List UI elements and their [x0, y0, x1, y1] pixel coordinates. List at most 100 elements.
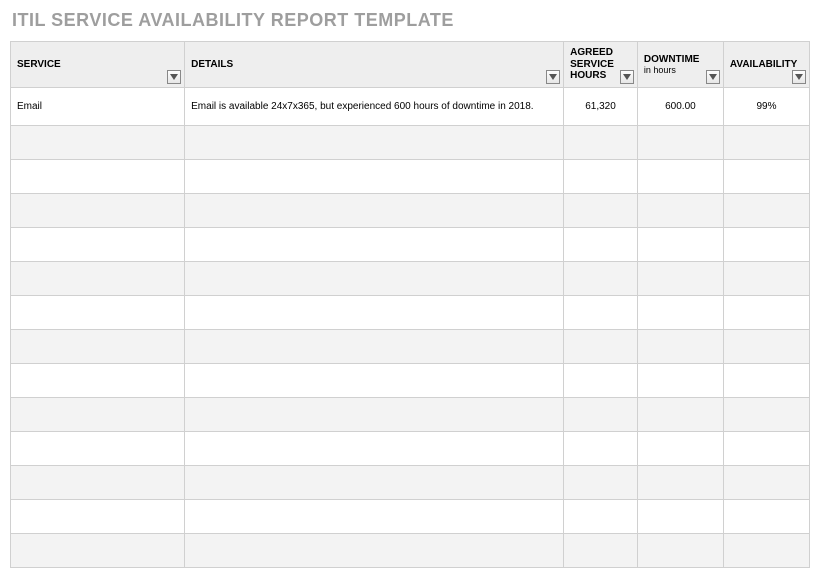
cell-details[interactable] [185, 398, 564, 432]
cell-service[interactable] [11, 330, 185, 364]
cell-downtime[interactable] [637, 466, 723, 500]
header-downtime-label: DOWNTIME [644, 54, 700, 65]
table-row: EmailEmail is available 24x7x365, but ex… [11, 88, 810, 126]
cell-downtime[interactable] [637, 160, 723, 194]
cell-agreed-hours[interactable] [564, 534, 638, 568]
cell-service[interactable] [11, 126, 185, 160]
filter-button-service[interactable] [167, 70, 181, 84]
header-agreed-hours-l3: HOURS [570, 70, 606, 81]
header-availability-label: AVAILABILITY [730, 59, 797, 70]
cell-availability[interactable] [723, 194, 809, 228]
table-row [11, 364, 810, 398]
cell-availability[interactable] [723, 534, 809, 568]
cell-downtime[interactable] [637, 228, 723, 262]
cell-downtime[interactable] [637, 262, 723, 296]
cell-agreed-hours[interactable] [564, 466, 638, 500]
cell-service[interactable] [11, 466, 185, 500]
cell-availability[interactable] [723, 160, 809, 194]
cell-availability[interactable] [723, 466, 809, 500]
cell-details[interactable] [185, 262, 564, 296]
cell-service[interactable] [11, 500, 185, 534]
cell-details[interactable] [185, 364, 564, 398]
cell-service[interactable]: Email [11, 88, 185, 126]
table-row [11, 194, 810, 228]
chevron-down-icon [795, 74, 803, 80]
cell-service[interactable] [11, 262, 185, 296]
cell-details[interactable] [185, 228, 564, 262]
table-row [11, 398, 810, 432]
cell-details[interactable] [185, 432, 564, 466]
cell-availability[interactable] [723, 228, 809, 262]
cell-service[interactable] [11, 534, 185, 568]
cell-downtime[interactable] [637, 296, 723, 330]
cell-downtime[interactable] [637, 398, 723, 432]
cell-agreed-hours[interactable] [564, 160, 638, 194]
chevron-down-icon [623, 74, 631, 80]
cell-details[interactable] [185, 330, 564, 364]
cell-agreed-hours[interactable] [564, 296, 638, 330]
cell-agreed-hours[interactable] [564, 500, 638, 534]
filter-button-availability[interactable] [792, 70, 806, 84]
cell-agreed-hours[interactable] [564, 262, 638, 296]
cell-details[interactable] [185, 126, 564, 160]
page-title: ITIL SERVICE AVAILABILITY REPORT TEMPLAT… [10, 4, 810, 41]
cell-agreed-hours[interactable] [564, 228, 638, 262]
cell-downtime[interactable] [637, 330, 723, 364]
cell-details[interactable] [185, 296, 564, 330]
header-agreed-hours-l2: SERVICE [570, 59, 614, 70]
cell-downtime[interactable] [637, 534, 723, 568]
cell-availability[interactable] [723, 330, 809, 364]
cell-availability[interactable] [723, 262, 809, 296]
cell-downtime[interactable] [637, 364, 723, 398]
table-row [11, 330, 810, 364]
cell-agreed-hours[interactable] [564, 126, 638, 160]
cell-details[interactable] [185, 466, 564, 500]
table-row [11, 534, 810, 568]
cell-agreed-hours[interactable] [564, 432, 638, 466]
cell-downtime[interactable] [637, 194, 723, 228]
cell-service[interactable] [11, 160, 185, 194]
cell-availability[interactable] [723, 398, 809, 432]
cell-service[interactable] [11, 364, 185, 398]
cell-downtime[interactable] [637, 126, 723, 160]
cell-service[interactable] [11, 194, 185, 228]
table-row [11, 432, 810, 466]
table-row [11, 228, 810, 262]
cell-service[interactable] [11, 432, 185, 466]
table-header-row: SERVICE DETAILS AGREED SERVICE HOURS [11, 42, 810, 88]
availability-table: SERVICE DETAILS AGREED SERVICE HOURS [10, 41, 810, 568]
cell-details[interactable] [185, 500, 564, 534]
cell-downtime[interactable] [637, 432, 723, 466]
header-agreed-hours-l1: AGREED [570, 47, 613, 58]
cell-availability[interactable] [723, 296, 809, 330]
cell-availability[interactable] [723, 432, 809, 466]
cell-details[interactable] [185, 160, 564, 194]
cell-details[interactable] [185, 194, 564, 228]
cell-details[interactable]: Email is available 24x7x365, but experie… [185, 88, 564, 126]
cell-service[interactable] [11, 398, 185, 432]
cell-availability[interactable] [723, 126, 809, 160]
chevron-down-icon [709, 74, 717, 80]
cell-agreed-hours[interactable] [564, 194, 638, 228]
cell-agreed-hours[interactable]: 61,320 [564, 88, 638, 126]
header-details-label: DETAILS [191, 59, 233, 70]
table-row [11, 500, 810, 534]
cell-availability[interactable]: 99% [723, 88, 809, 126]
cell-downtime[interactable]: 600.00 [637, 88, 723, 126]
header-agreed-hours: AGREED SERVICE HOURS [564, 42, 638, 88]
cell-service[interactable] [11, 296, 185, 330]
header-service-label: SERVICE [17, 59, 61, 70]
cell-agreed-hours[interactable] [564, 398, 638, 432]
cell-agreed-hours[interactable] [564, 364, 638, 398]
filter-button-details[interactable] [546, 70, 560, 84]
filter-button-agreed-hours[interactable] [620, 70, 634, 84]
cell-availability[interactable] [723, 364, 809, 398]
cell-downtime[interactable] [637, 500, 723, 534]
table-row [11, 160, 810, 194]
filter-button-downtime[interactable] [706, 70, 720, 84]
header-downtime: DOWNTIME in hours [637, 42, 723, 88]
cell-availability[interactable] [723, 500, 809, 534]
cell-agreed-hours[interactable] [564, 330, 638, 364]
cell-service[interactable] [11, 228, 185, 262]
cell-details[interactable] [185, 534, 564, 568]
